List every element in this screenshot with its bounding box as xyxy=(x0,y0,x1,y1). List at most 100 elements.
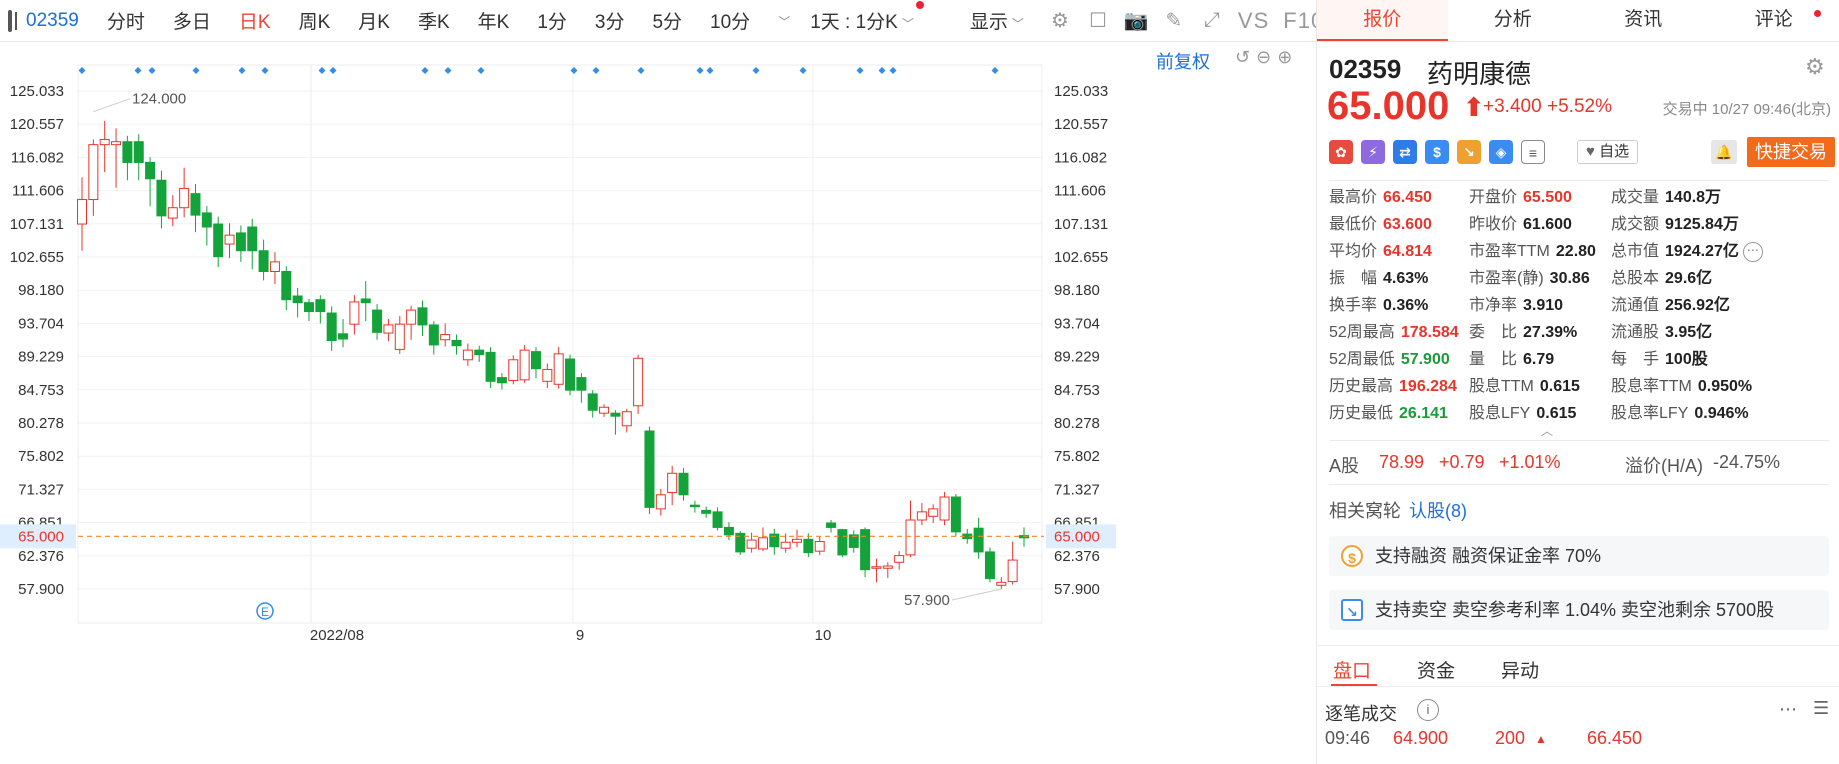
display-dropdown-label: 显示 xyxy=(969,12,1008,33)
period-quarterly[interactable]: 季K xyxy=(418,7,450,34)
period-5min[interactable]: 5分 xyxy=(652,7,682,34)
tick-volume: 200 xyxy=(1495,728,1526,748)
stat-value: 26.141 xyxy=(1399,405,1448,422)
candle-body xyxy=(792,538,803,543)
more-icon[interactable]: ⋯ xyxy=(1742,241,1763,262)
candle-body xyxy=(712,511,723,528)
quick-trade-button[interactable]: 快捷交易 xyxy=(1747,137,1835,167)
candle-body xyxy=(689,504,700,508)
stats-row: 历史最低 26.141 股息LFY 0.615 股息率LFY 0.946% xyxy=(1329,399,1829,426)
vs-compare-button[interactable]: VS xyxy=(1238,8,1269,34)
fullscreen-icon[interactable]: ⤢ xyxy=(1200,9,1224,32)
stat-value: 63.600 xyxy=(1383,216,1432,233)
tick-trades-header: 逐笔成交 i ⋯ ☰ xyxy=(1317,692,1839,728)
stat-value: 30.86 xyxy=(1549,270,1590,287)
current-price-label-right: 65.000 xyxy=(1054,528,1100,545)
stat-label: 量 比 xyxy=(1469,351,1518,368)
candle-body xyxy=(372,309,383,333)
active-tab-underline xyxy=(1331,684,1377,686)
candle-body xyxy=(701,509,712,514)
settings-icon[interactable]: ⚙ xyxy=(1048,10,1072,32)
tab-news[interactable]: 资讯 xyxy=(1578,0,1709,41)
panel-tabs: 报价 分析 资讯 评论 xyxy=(1317,0,1839,42)
camera-icon[interactable]: 📷 xyxy=(1123,10,1148,32)
hk-flag-icon[interactable]: ✿ xyxy=(1329,140,1353,164)
candle-body xyxy=(383,324,394,334)
tab-comments[interactable]: 评论 xyxy=(1709,0,1839,41)
undo-icon[interactable]: ↺ xyxy=(1235,47,1250,68)
period-1min[interactable]: 1分 xyxy=(537,7,567,34)
tab-analysis[interactable]: 分析 xyxy=(1448,0,1579,41)
info-icon[interactable]: i xyxy=(1417,699,1439,721)
stat-value: 178.584 xyxy=(1400,324,1459,341)
lightning-icon[interactable]: ⚡ xyxy=(1361,140,1385,164)
period-yearly[interactable]: 年K xyxy=(478,7,510,34)
candle-body xyxy=(826,522,837,528)
document-icon[interactable]: ≡ xyxy=(1521,140,1545,164)
candle-body xyxy=(315,299,326,313)
sidebar-toggle-icon[interactable] xyxy=(8,9,17,32)
period-3min[interactable]: 3分 xyxy=(595,7,625,34)
period-intraday[interactable]: 分时 xyxy=(107,7,145,34)
candle-body xyxy=(530,351,541,370)
stat-label: 换手率 xyxy=(1329,297,1378,314)
period-daily[interactable]: 日K xyxy=(239,7,271,34)
price-tick-right: 125.033 xyxy=(1054,83,1108,100)
event-marker xyxy=(421,67,429,74)
tab-quote[interactable]: 报价 xyxy=(1317,0,1448,41)
stat-cell: 52周最低 57.900 xyxy=(1329,345,1450,369)
tag-icon[interactable]: ◈ xyxy=(1489,140,1513,164)
kline-chart[interactable]: 125.033 125.033 120.557 120.557 116.082 116.0… xyxy=(0,43,1316,764)
tab-movement[interactable]: 异动 xyxy=(1501,656,1539,683)
stat-cell: 股息TTM 0.615 xyxy=(1469,372,1580,396)
more-periods-dropdown[interactable]: ﹀ xyxy=(774,10,790,32)
divider xyxy=(1329,484,1829,485)
adjust-toggle[interactable]: 前复权 xyxy=(1156,48,1210,74)
bell-icon[interactable]: 🔔 xyxy=(1711,140,1737,164)
stock-code-tab[interactable]: 02359 xyxy=(26,10,79,32)
margin-support-row[interactable]: $ 支持融资 融资保证金率 70% xyxy=(1329,536,1829,576)
stat-cell: 平均价 64.814 xyxy=(1329,237,1432,261)
collapse-icon[interactable]: ︿ xyxy=(1541,422,1553,439)
zoom-in-icon[interactable]: ⊕ xyxy=(1277,47,1292,68)
gear-icon[interactable]: ⚙ xyxy=(1805,56,1827,78)
stat-cell: 成交量 140.8万 xyxy=(1611,183,1721,207)
stat-cell: 市净率 3.910 xyxy=(1469,291,1563,315)
interval-dropdown[interactable]: 1天 : 1分K ﹀ xyxy=(810,1,924,34)
stat-value: 100股 xyxy=(1665,351,1708,368)
price-tick-right: 120.557 xyxy=(1054,116,1108,133)
warrants-link[interactable]: 认股(8) xyxy=(1409,501,1467,521)
stats-row: 52周最高 178.584 委 比 27.39% 流通股 3.95亿 xyxy=(1329,318,1829,345)
shuffle-icon[interactable]: ⇄ xyxy=(1393,140,1417,164)
stat-label: 总市值 xyxy=(1611,243,1660,260)
list-icon[interactable]: ☰ xyxy=(1813,698,1829,719)
trend-down-icon[interactable]: ↘ xyxy=(1457,140,1481,164)
period-multiday[interactable]: 多日 xyxy=(173,7,211,34)
tab-capital[interactable]: 资金 xyxy=(1417,656,1455,683)
stats-row: 平均价 64.814 市盈率TTM 22.80 总市值 1924.27亿 ⋯ xyxy=(1329,237,1829,264)
zoom-out-icon[interactable]: ⊖ xyxy=(1256,47,1271,68)
low-marker-line xyxy=(951,588,1002,601)
stat-cell: 总股本 29.6亿 xyxy=(1611,264,1712,288)
stat-cell: 委 比 27.39% xyxy=(1469,318,1577,342)
draw-rect-icon[interactable]: ☐ xyxy=(1086,10,1110,32)
tab-orderbook[interactable]: 盘口 xyxy=(1333,656,1371,683)
pencil-icon[interactable]: ✎ xyxy=(1162,10,1186,32)
candle-body xyxy=(780,541,791,549)
short-support-row[interactable]: ↘ 支持卖空 卖空参考利率 1.04% 卖空池剩余 5700股 xyxy=(1329,590,1829,630)
period-10min[interactable]: 10分 xyxy=(710,7,750,34)
candle-body xyxy=(553,353,564,385)
stat-label: 成交量 xyxy=(1611,189,1660,206)
period-monthly[interactable]: 月K xyxy=(358,7,390,34)
display-dropdown[interactable]: 显示 ﹀ xyxy=(970,7,1024,34)
dollar-icon[interactable]: $ xyxy=(1425,140,1449,164)
candle-body xyxy=(496,377,507,384)
stat-cell: 成交额 9125.84万 xyxy=(1611,210,1739,234)
add-watchlist-button[interactable]: ♥ 自选 xyxy=(1577,140,1639,164)
more-icon[interactable]: ⋯ xyxy=(1779,699,1797,720)
candle-body xyxy=(99,138,110,146)
stats-row: 换手率 0.36% 市净率 3.910 流通值 256.92亿 xyxy=(1329,291,1829,318)
event-marker xyxy=(261,67,269,74)
period-weekly[interactable]: 周K xyxy=(299,7,331,34)
event-marker xyxy=(592,67,600,74)
